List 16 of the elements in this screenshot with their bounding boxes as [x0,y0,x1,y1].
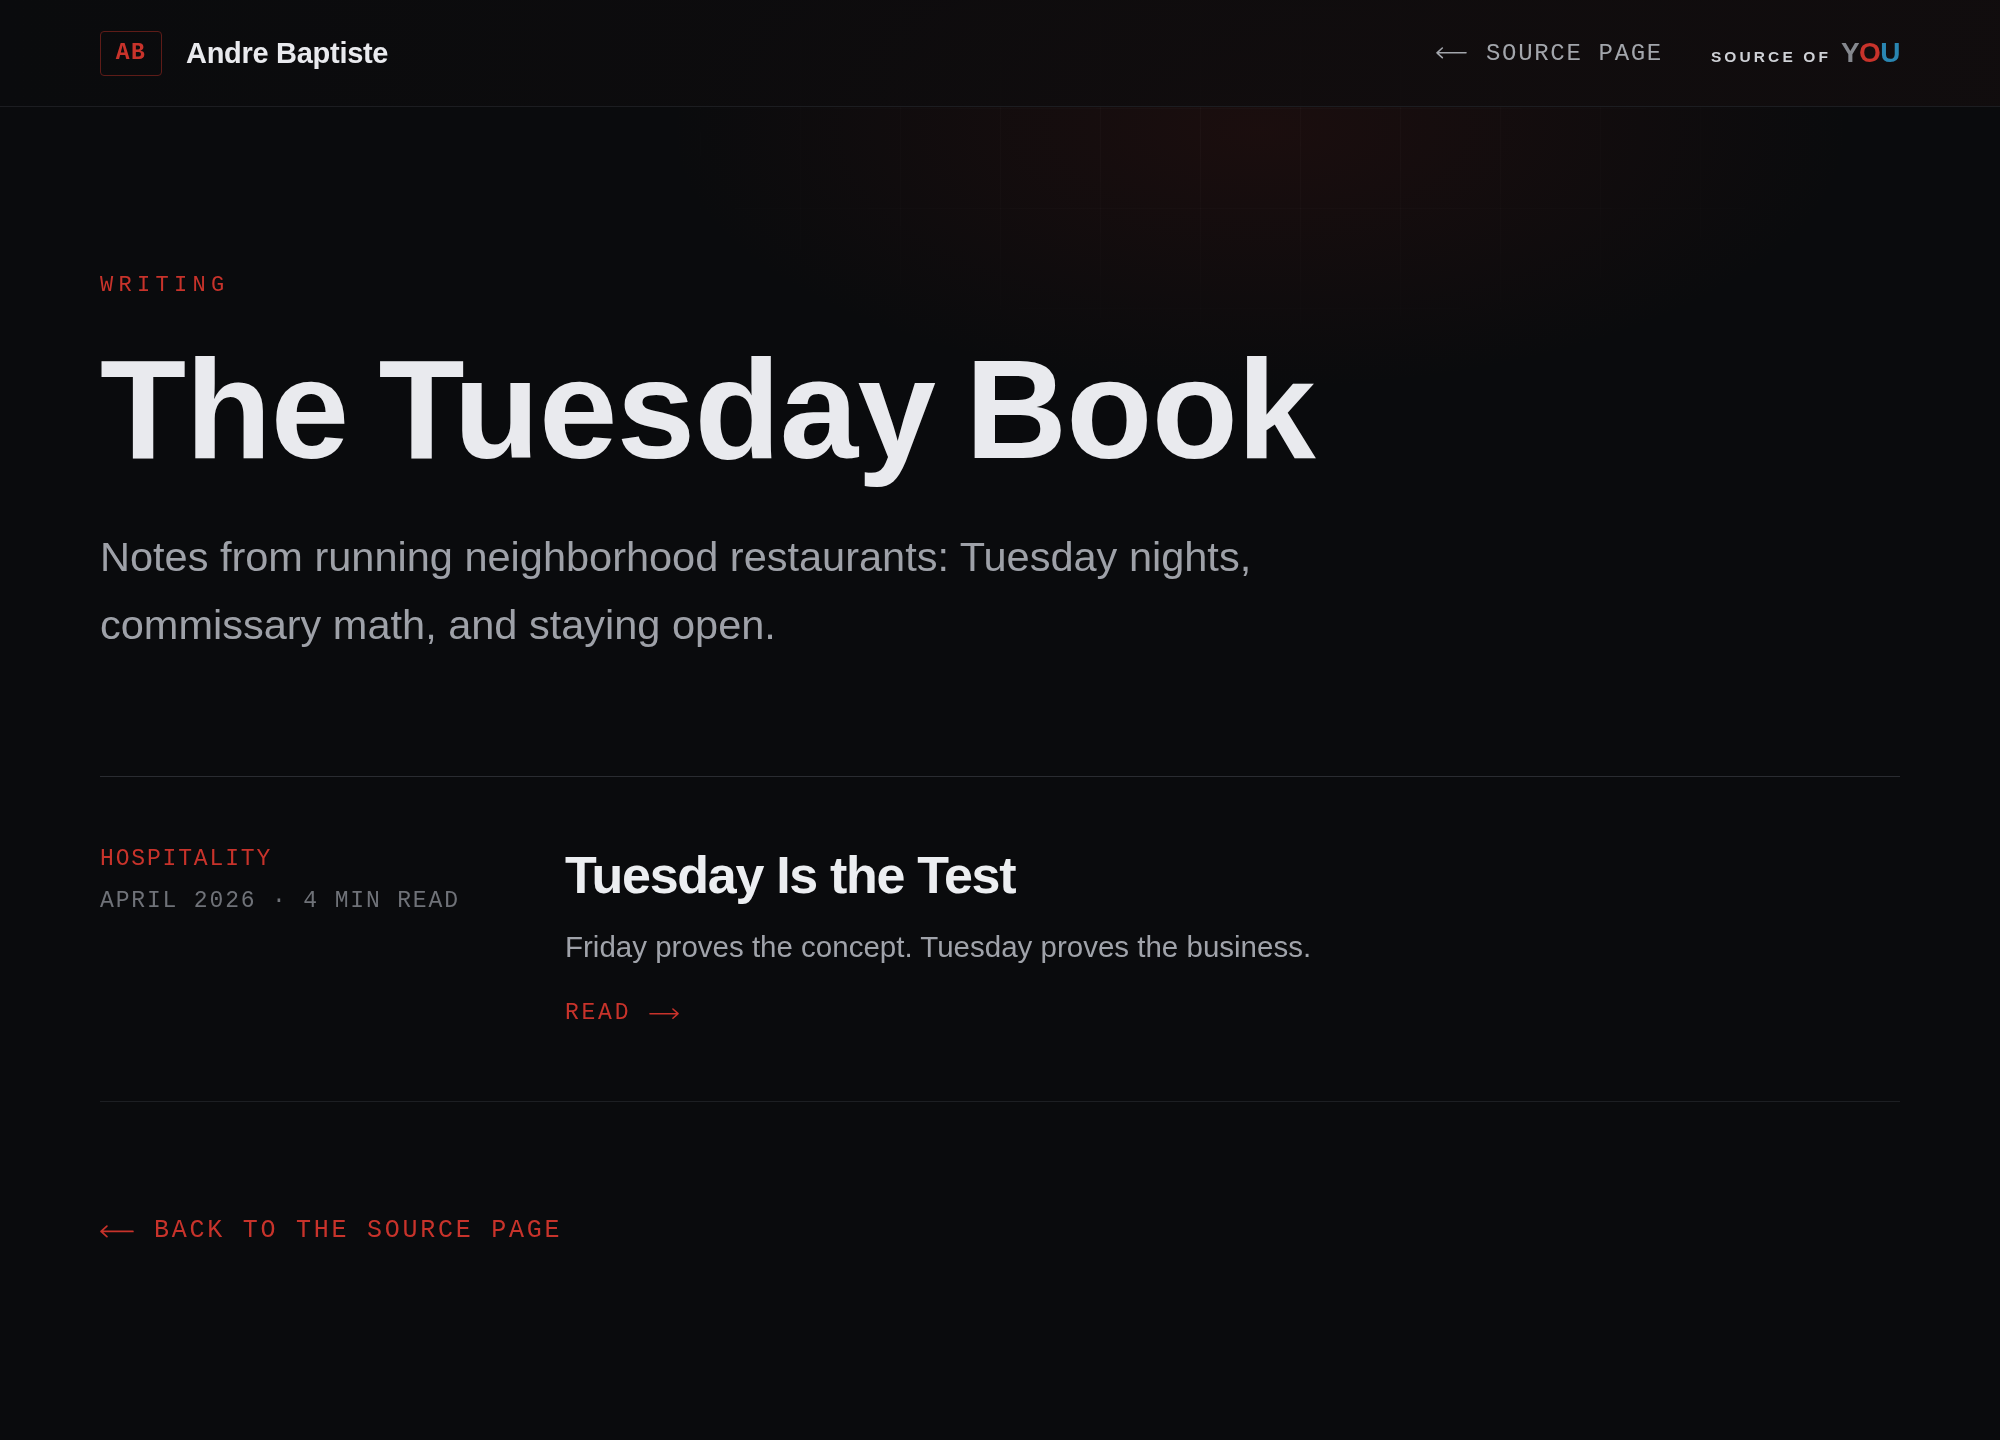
arrow-left-icon [100,1224,134,1238]
arrow-right-icon [649,1007,680,1019]
monogram-badge: AB [100,30,162,76]
page-subtitle: Notes from running neighborhood restaurants: Tuesday nights, commissary math, and staying open. [100,532,1253,651]
read-link[interactable]: READ [565,999,680,1028]
post-title: Tuesday Is the Test [565,845,1016,906]
post-excerpt: Friday proves the concept. Tuesday proves the business. [565,929,1312,966]
back-link[interactable]: BACK TO THE SOURCE PAGE [100,1216,563,1247]
author-name: Andre Baptiste [186,36,389,70]
arrow-left-icon [1436,47,1467,59]
post-meta: APRIL 2026 · 4 MIN READ [100,889,460,914]
post-category: HOSPITALITY [100,847,273,872]
source-page-link[interactable]: SOURCE PAGE [1436,39,1663,67]
brand-logo[interactable]: SOURCE OF YOU [1710,37,1900,69]
page-title: The Tuesday Book [100,329,1315,490]
section-label: WRITING [100,274,230,298]
